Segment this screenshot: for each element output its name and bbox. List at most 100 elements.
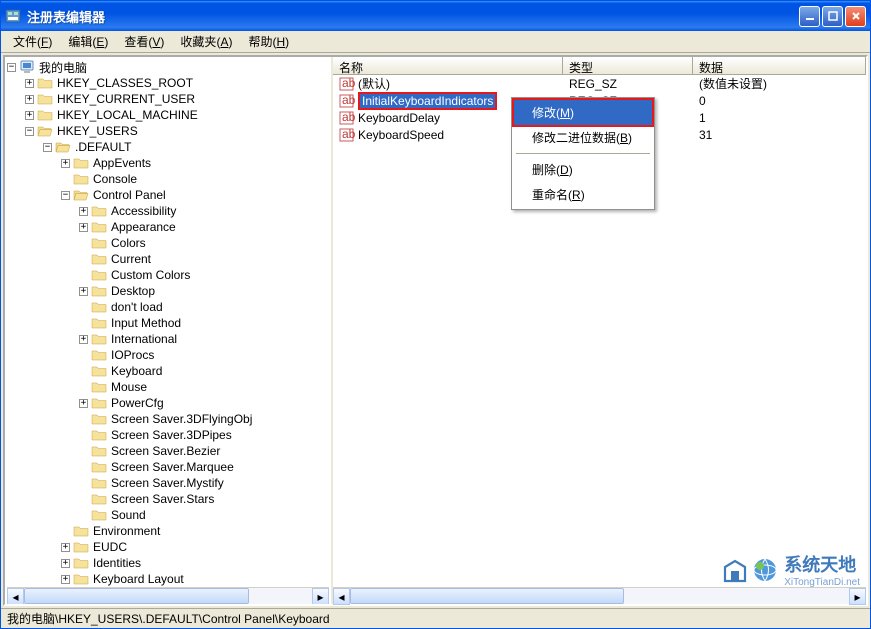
tree-hkcr[interactable]: +HKEY_CLASSES_ROOT [7,75,329,91]
scroll-right-button[interactable]: ▸ [849,588,866,605]
expander-icon[interactable]: + [25,79,34,88]
tree-hkcu[interactable]: +HKEY_CURRENT_USER [7,91,329,107]
tree-cp-accessibility[interactable]: +Accessibility [7,203,329,219]
tree-cp-powercfg[interactable]: +PowerCfg [7,395,329,411]
tree-cp-current[interactable]: Current [7,251,329,267]
list-body[interactable]: ab(默认) REG_SZ (数值未设置) abInitialKeyboardI… [333,75,866,587]
tree-controlpanel[interactable]: −Control Panel [7,187,329,203]
tree-cp-screen-saver-3dpipes[interactable]: Screen Saver.3DPipes [7,427,329,443]
tree-cp-screen-saver-stars[interactable]: Screen Saver.Stars [7,491,329,507]
column-name[interactable]: 名称 [333,57,563,74]
expander-icon[interactable]: − [61,191,70,200]
folder-icon [73,188,89,202]
tree-hku[interactable]: −HKEY_USERS [7,123,329,139]
scroll-left-button[interactable]: ◂ [333,588,350,605]
statusbar: 我的电脑\HKEY_USERS\.DEFAULT\Control Panel\K… [1,608,870,628]
folder-icon [37,92,53,106]
minimize-button[interactable] [799,6,820,27]
ctx-delete[interactable]: 删除(D) [514,157,652,182]
tree-cp-colors[interactable]: Colors [7,235,329,251]
svg-text:ab: ab [342,127,355,141]
expander-icon[interactable]: + [79,223,88,232]
svg-text:ab: ab [342,93,355,107]
app-icon [5,8,21,24]
folder-icon [91,220,107,234]
folder-icon [91,460,107,474]
menu-favorites[interactable]: 收藏夹(A) [172,31,240,52]
folder-icon [91,284,107,298]
tree-cp-screen-saver-bezier[interactable]: Screen Saver.Bezier [7,443,329,459]
menu-help[interactable]: 帮助(H) [240,31,297,52]
tree-cp-ioprocs[interactable]: IOProcs [7,347,329,363]
maximize-button[interactable] [822,6,843,27]
tree-cp-don-t-load[interactable]: don't load [7,299,329,315]
menu-view[interactable]: 查看(V) [116,31,172,52]
folder-icon [91,332,107,346]
tree-appevents[interactable]: +AppEvents [7,155,329,171]
menu-edit[interactable]: 编辑(E) [60,31,116,52]
tree-identities[interactable]: +Identities [7,555,329,571]
list-scrollbar-h[interactable]: ◂ ▸ [333,587,866,604]
folder-icon [91,476,107,490]
tree-environment[interactable]: Environment [7,523,329,539]
svg-text:ab: ab [342,110,355,124]
menu-file[interactable]: 文件(F) [5,31,60,52]
tree-cp-screen-saver-3dflyingobj[interactable]: Screen Saver.3DFlyingObj [7,411,329,427]
tree-pane[interactable]: −我的电脑+HKEY_CLASSES_ROOT+HKEY_CURRENT_USE… [5,57,333,604]
tree-cp-keyboard[interactable]: Keyboard [7,363,329,379]
folder-icon [73,556,89,570]
scroll-right-button[interactable]: ▸ [312,588,329,604]
scroll-left-button[interactable]: ◂ [7,588,24,604]
folder-icon [91,380,107,394]
expander-icon[interactable]: + [79,287,88,296]
ctx-rename[interactable]: 重命名(R) [514,182,652,207]
tree-console[interactable]: Console [7,171,329,187]
folder-icon [37,108,53,122]
expander-icon[interactable]: + [25,95,34,104]
expander-icon[interactable]: + [61,159,70,168]
tree-eudc[interactable]: +EUDC [7,539,329,555]
list-pane: 名称 类型 数据 ab(默认) REG_SZ (数值未设置) abInitial… [333,57,866,604]
expander-icon[interactable]: + [25,111,34,120]
folder-icon [91,412,107,426]
folder-icon [91,508,107,522]
context-menu: 修改(M) 修改二进位数据(B) 删除(D) 重命名(R) [511,97,655,210]
tree-cp-mouse[interactable]: Mouse [7,379,329,395]
string-value-icon: ab [339,127,355,143]
folder-icon [91,252,107,266]
expander-icon[interactable]: − [7,63,16,72]
expander-icon[interactable]: + [61,543,70,552]
menubar: 文件(F) 编辑(E) 查看(V) 收藏夹(A) 帮助(H) [1,31,870,53]
tree-cp-desktop[interactable]: +Desktop [7,283,329,299]
expander-icon[interactable]: + [79,335,88,344]
value-row[interactable]: ab(默认) REG_SZ (数值未设置) [333,75,866,92]
tree-keyboardlayout[interactable]: +Keyboard Layout [7,571,329,587]
tree-cp-appearance[interactable]: +Appearance [7,219,329,235]
folder-icon [73,172,89,186]
tree-root-mycomputer[interactable]: −我的电脑 [7,59,329,75]
ctx-modify-binary[interactable]: 修改二进位数据(B) [514,125,652,150]
expander-icon[interactable]: − [25,127,34,136]
titlebar: 注册表编辑器 [1,1,870,31]
expander-icon[interactable]: + [61,559,70,568]
folder-icon [91,364,107,378]
tree-scrollbar-h[interactable]: ◂ ▸ [7,587,329,604]
tree-cp-screen-saver-marquee[interactable]: Screen Saver.Marquee [7,459,329,475]
tree-cp-screen-saver-mystify[interactable]: Screen Saver.Mystify [7,475,329,491]
tree-cp-international[interactable]: +International [7,331,329,347]
folder-icon [19,60,35,74]
tree-cp-custom-colors[interactable]: Custom Colors [7,267,329,283]
expander-icon[interactable]: − [43,143,52,152]
expander-icon[interactable]: + [61,575,70,584]
tree-cp-sound[interactable]: Sound [7,507,329,523]
tree-cp-input-method[interactable]: Input Method [7,315,329,331]
tree-default[interactable]: −.DEFAULT [7,139,329,155]
expander-icon[interactable]: + [79,207,88,216]
ctx-modify[interactable]: 修改(M) [512,98,654,127]
column-type[interactable]: 类型 [563,57,693,74]
folder-icon [55,140,71,154]
column-data[interactable]: 数据 [693,57,866,74]
close-button[interactable] [845,6,866,27]
tree-hklm[interactable]: +HKEY_LOCAL_MACHINE [7,107,329,123]
expander-icon[interactable]: + [79,399,88,408]
